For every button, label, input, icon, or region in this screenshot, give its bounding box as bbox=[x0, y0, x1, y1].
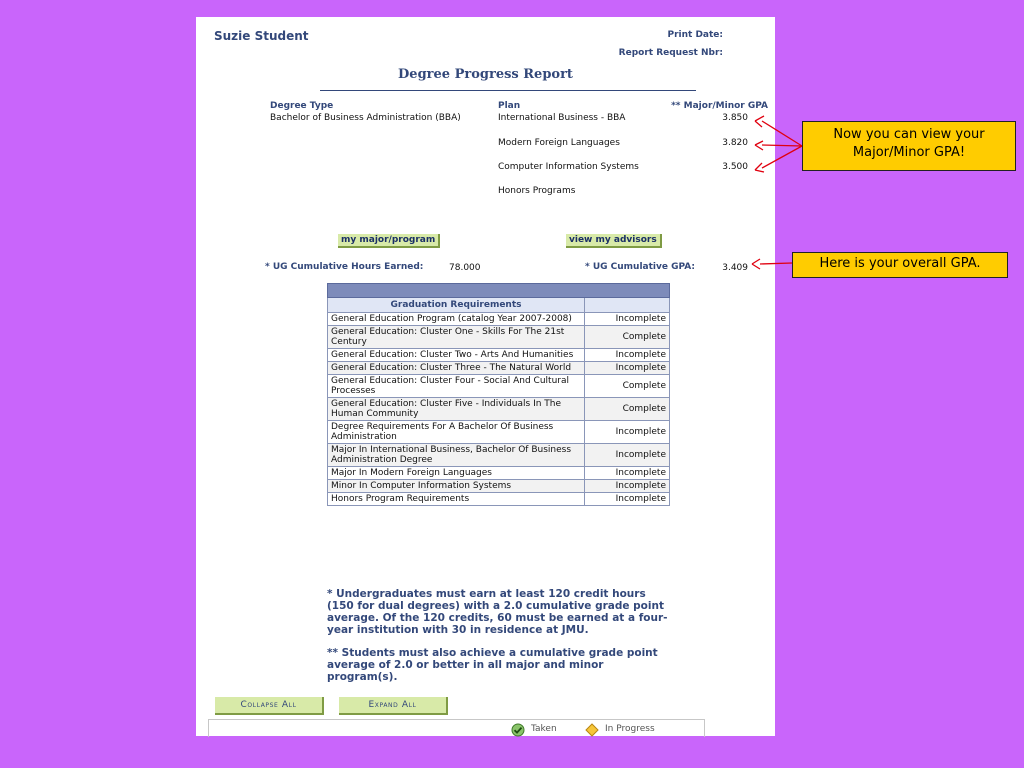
page-title: Degree Progress Report bbox=[398, 67, 573, 82]
requirement-name: Major In Modern Foreign Languages bbox=[327, 466, 585, 480]
plan-header: Plan bbox=[498, 101, 521, 111]
requirement-name: General Education Program (catalog Year … bbox=[327, 312, 585, 326]
degree-type-value: Bachelor of Business Administration (BBA… bbox=[270, 113, 461, 123]
requirement-name: Honors Program Requirements bbox=[327, 492, 585, 506]
degree-type-header: Degree Type bbox=[270, 101, 334, 111]
requirement-name: Minor In Computer Information Systems bbox=[327, 479, 585, 493]
requirement-status: Incomplete bbox=[584, 312, 670, 326]
legend-in-progress-label: In Progress bbox=[605, 724, 655, 734]
major-minor-gpa-header: ** Major/Minor GPA bbox=[671, 101, 768, 111]
requirement-status: Incomplete bbox=[584, 443, 670, 467]
expand-all-button[interactable]: Expand All bbox=[339, 697, 448, 715]
requirement-status: Incomplete bbox=[584, 466, 670, 480]
table-row[interactable]: Honors Program Requirements Incomplete bbox=[327, 492, 670, 506]
requirement-status: Incomplete bbox=[584, 420, 670, 444]
diamond-icon bbox=[585, 723, 599, 737]
student-name: Suzie Student bbox=[214, 29, 309, 43]
requirement-name: General Education: Cluster One - Skills … bbox=[327, 325, 585, 349]
requirement-name: General Education: Cluster Four - Social… bbox=[327, 374, 585, 398]
requirement-status: Incomplete bbox=[584, 361, 670, 375]
ug-gpa-value: 3.409 bbox=[722, 263, 748, 273]
overall-gpa-callout: Here is your overall GPA. bbox=[792, 252, 1008, 278]
requirement-status: Incomplete bbox=[584, 348, 670, 362]
ug-hours-label: * UG Cumulative Hours Earned: bbox=[265, 262, 424, 272]
requirement-name: Degree Requirements For A Bachelor Of Bu… bbox=[327, 420, 585, 444]
table-row[interactable]: Minor In Computer Information Systems Inc… bbox=[327, 479, 670, 493]
table-row[interactable]: Major In International Business, Bachelo… bbox=[327, 443, 670, 467]
plan-gpa: 3.820 bbox=[722, 138, 748, 148]
plan-name: Modern Foreign Languages bbox=[498, 138, 620, 148]
plan-name: Computer Information Systems bbox=[498, 162, 639, 172]
collapse-all-button[interactable]: Collapse All bbox=[215, 697, 324, 715]
degree-progress-panel: Suzie Student Print Date: Report Request… bbox=[196, 17, 775, 737]
requirements-column-header: Graduation Requirements bbox=[327, 297, 585, 313]
major-minor-gpa-callout: Now you can view your Major/Minor GPA! bbox=[802, 121, 1016, 171]
table-top-bar bbox=[327, 283, 670, 298]
plan-gpa: 3.850 bbox=[722, 113, 748, 123]
requirement-status: Complete bbox=[584, 397, 670, 421]
title-divider bbox=[320, 90, 696, 91]
ug-hours-value: 78.000 bbox=[449, 263, 481, 273]
requirement-status: Complete bbox=[584, 325, 670, 349]
graduation-requirements-table: Graduation Requirements General Educatio… bbox=[327, 283, 670, 506]
print-date-label: Print Date: bbox=[667, 30, 723, 40]
plan-name: International Business - BBA bbox=[498, 113, 626, 123]
requirement-name: General Education: Cluster Three - The N… bbox=[327, 361, 585, 375]
table-row[interactable]: General Education: Cluster One - Skills … bbox=[327, 325, 670, 349]
requirement-status: Incomplete bbox=[584, 492, 670, 506]
plan-name: Honors Programs bbox=[498, 186, 576, 196]
report-request-label: Report Request Nbr: bbox=[618, 48, 723, 58]
table-row[interactable]: Degree Requirements For A Bachelor Of Bu… bbox=[327, 420, 670, 444]
requirement-name: General Education: Cluster Two - Arts An… bbox=[327, 348, 585, 362]
major-minor-note: ** Students must also achieve a cumulati… bbox=[327, 647, 658, 683]
my-major-program-button[interactable]: my major/program bbox=[338, 234, 441, 248]
view-my-advisors-button[interactable]: view my advisors bbox=[566, 234, 662, 248]
requirement-name: General Education: Cluster Five - Indivi… bbox=[327, 397, 585, 421]
status-column-header bbox=[584, 297, 670, 313]
requirement-name: Major In International Business, Bachelo… bbox=[327, 443, 585, 467]
table-row[interactable]: General Education Program (catalog Year … bbox=[327, 312, 670, 326]
undergraduate-note: * Undergraduates must earn at least 120 … bbox=[327, 588, 668, 636]
requirement-status: Incomplete bbox=[584, 479, 670, 493]
table-row[interactable]: General Education: Cluster Five - Indivi… bbox=[327, 397, 670, 421]
ug-gpa-label: * UG Cumulative GPA: bbox=[585, 262, 696, 272]
check-icon bbox=[511, 723, 525, 737]
table-row[interactable]: Major In Modern Foreign Languages Incompl… bbox=[327, 466, 670, 480]
table-row[interactable]: General Education: Cluster Three - The N… bbox=[327, 361, 670, 375]
table-row[interactable]: General Education: Cluster Four - Social… bbox=[327, 374, 670, 398]
plan-gpa: 3.500 bbox=[722, 162, 748, 172]
legend-taken-label: Taken bbox=[531, 724, 557, 734]
requirement-status: Complete bbox=[584, 374, 670, 398]
legend-bar: Taken In Progress bbox=[208, 719, 705, 737]
table-row[interactable]: General Education: Cluster Two - Arts An… bbox=[327, 348, 670, 362]
